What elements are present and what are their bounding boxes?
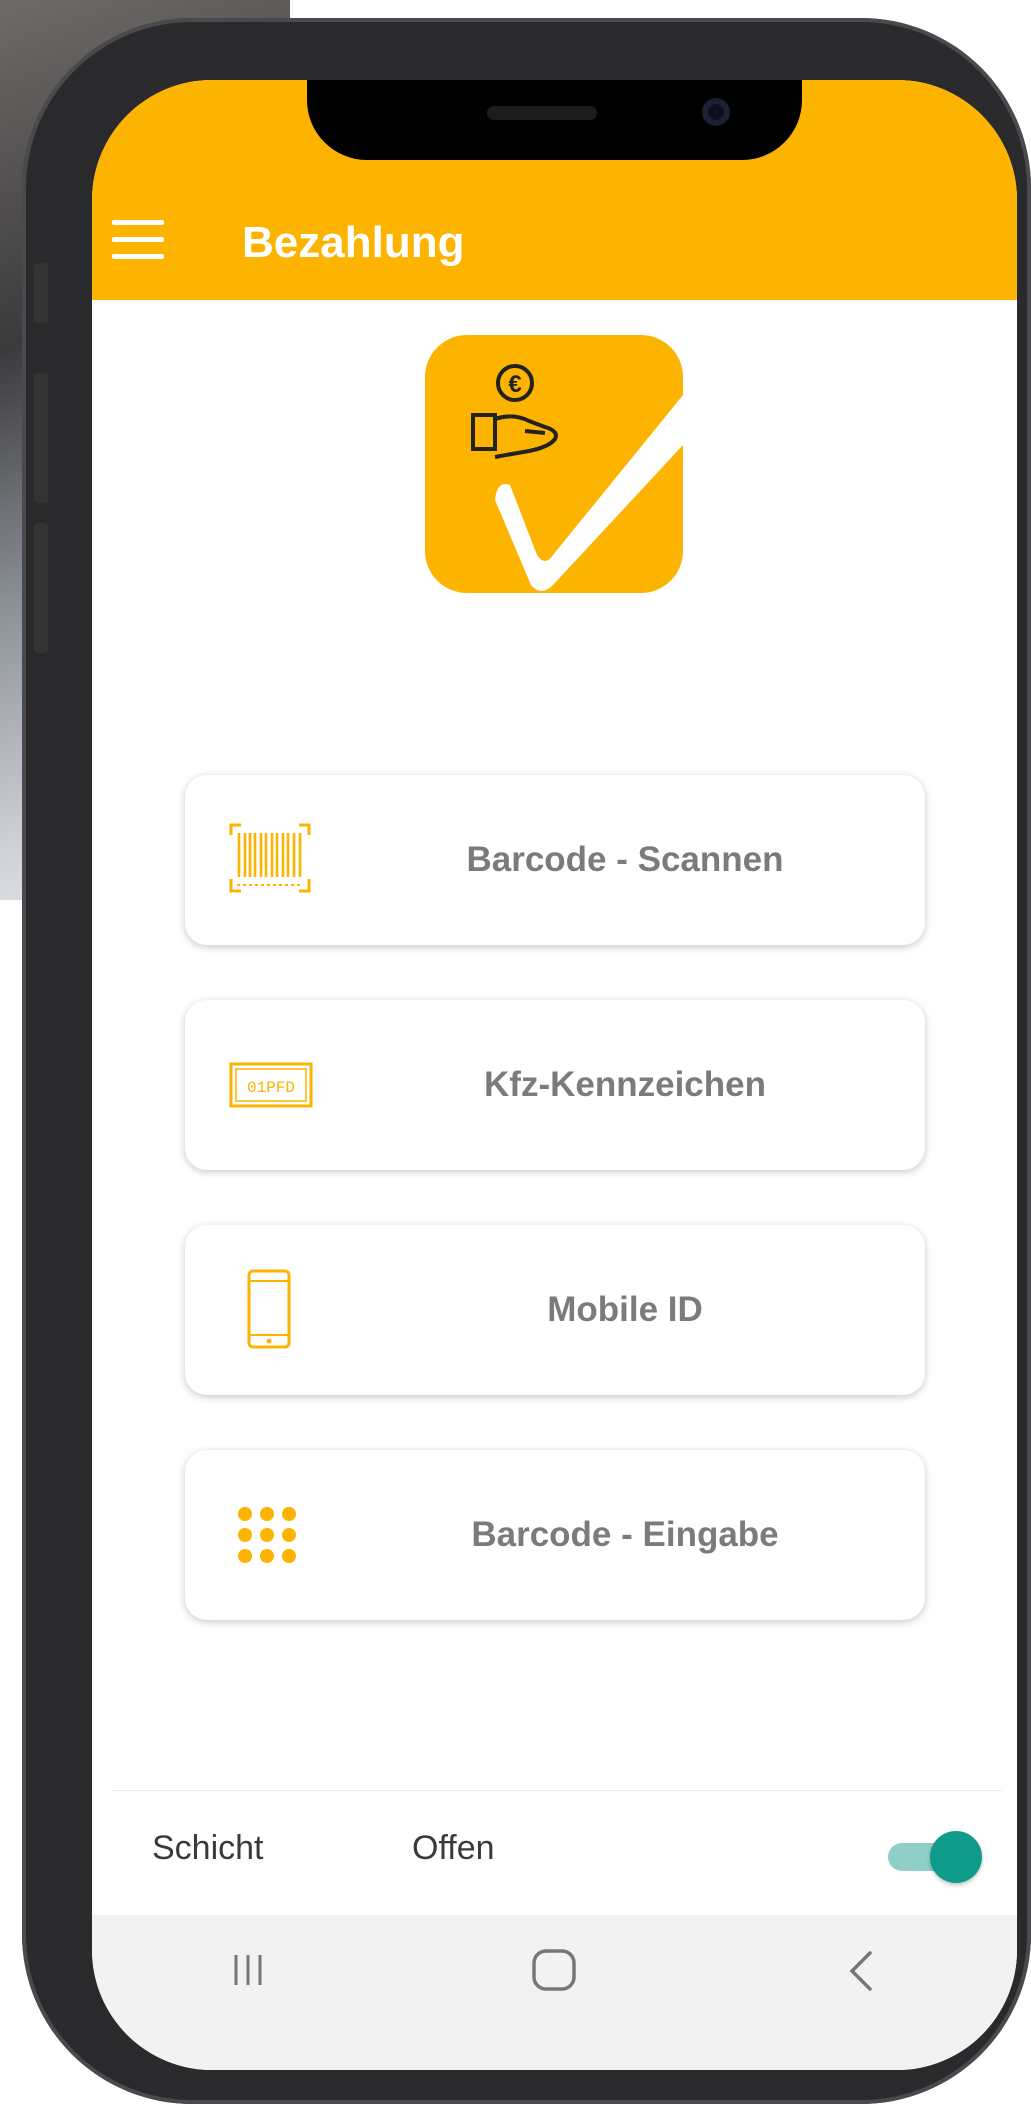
- mobile-id-label: Mobile ID: [547, 1290, 703, 1329]
- back-icon[interactable]: [810, 1915, 910, 2025]
- app-screen: Bezahlung € Barcode - Scannen 01PFD Kfz-…: [92, 80, 1017, 2070]
- mobile-id-button[interactable]: Mobile ID: [185, 1225, 925, 1395]
- barcode-scan-icon: [229, 823, 311, 893]
- keypad-icon: [238, 1507, 296, 1563]
- phone-side-button: [34, 373, 48, 503]
- license-plate-label: Kfz-Kennzeichen: [484, 1065, 766, 1104]
- barcode-scan-button[interactable]: Barcode - Scannen: [185, 775, 925, 945]
- euro-symbol: €: [508, 371, 521, 398]
- shift-label: Schicht: [152, 1829, 264, 1867]
- phone-side-button: [34, 263, 48, 323]
- front-camera: [702, 98, 730, 126]
- payment-checkmark-icon: €: [471, 364, 683, 591]
- phone-side-button: [34, 523, 48, 653]
- toggle-knob: [930, 1831, 982, 1883]
- app-logo: €: [425, 335, 683, 593]
- phone-frame: Bezahlung € Barcode - Scannen 01PFD Kfz-…: [22, 18, 1031, 2104]
- home-icon[interactable]: [504, 1915, 604, 2025]
- phone-notch: [307, 80, 802, 160]
- page-title: Bezahlung: [242, 218, 465, 267]
- barcode-entry-button[interactable]: Barcode - Eingabe: [185, 1450, 925, 1620]
- system-navigation-bar: [92, 1915, 1017, 2070]
- license-plate-button[interactable]: 01PFD Kfz-Kennzeichen: [185, 1000, 925, 1170]
- barcode-entry-label: Barcode - Eingabe: [471, 1515, 779, 1554]
- license-plate-text: 01PFD: [247, 1079, 295, 1097]
- barcode-scan-label: Barcode - Scannen: [466, 840, 784, 879]
- license-plate-icon: 01PFD: [229, 1062, 313, 1108]
- shift-status-row: Schicht Offen: [112, 1790, 1002, 1901]
- shift-toggle[interactable]: [888, 1831, 984, 1883]
- shift-status-value: Offen: [412, 1829, 495, 1867]
- hamburger-menu-icon[interactable]: [112, 220, 164, 260]
- speaker-grille: [487, 106, 597, 120]
- recent-apps-icon[interactable]: [198, 1915, 298, 2025]
- smartphone-icon: [247, 1269, 291, 1349]
